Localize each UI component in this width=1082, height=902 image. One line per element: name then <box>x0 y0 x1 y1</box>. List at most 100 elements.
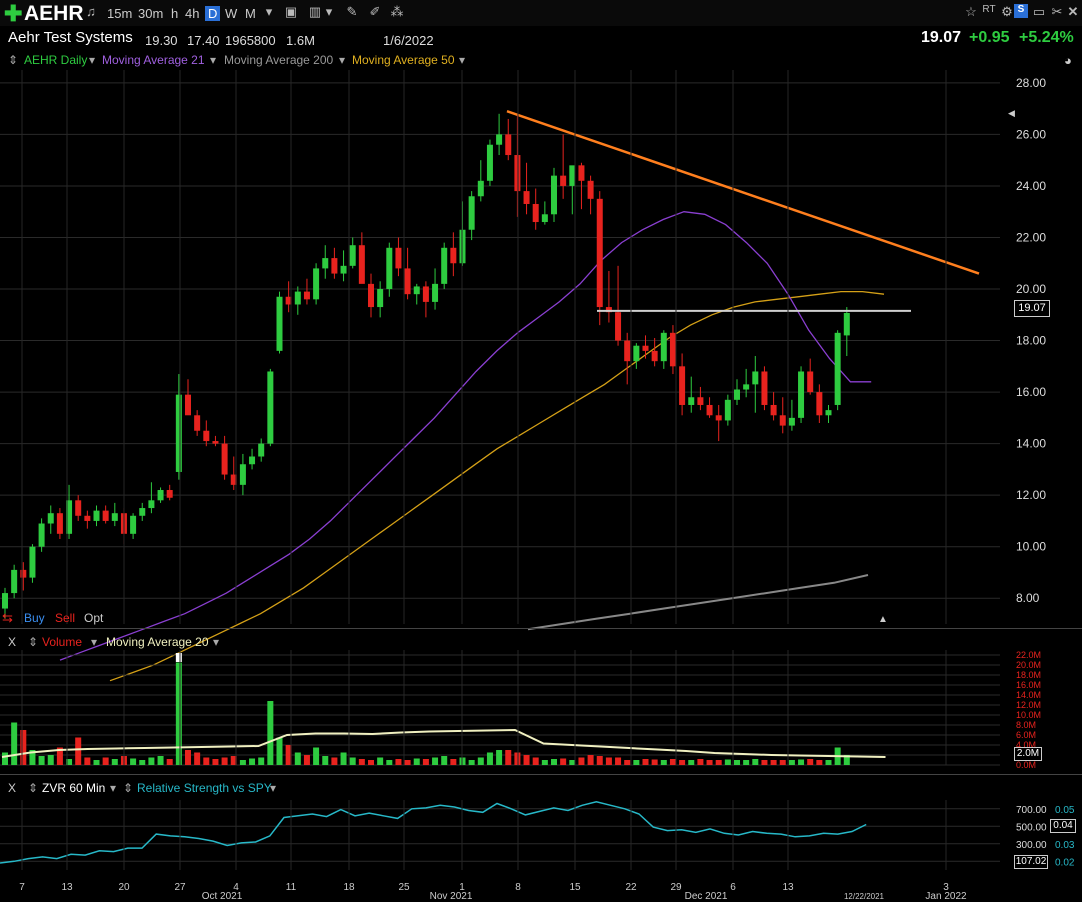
volume-bar <box>212 759 219 765</box>
close-volume-panel[interactable]: X <box>8 635 16 649</box>
candle-body <box>541 214 548 223</box>
candle-body <box>834 332 841 405</box>
panel-divider[interactable] <box>0 774 1082 775</box>
volume-bar <box>715 760 722 765</box>
candle-body <box>386 247 393 290</box>
volume-ma-path <box>1 728 886 758</box>
candle-body <box>761 371 768 405</box>
candle-body <box>432 283 439 302</box>
volume-bar <box>505 750 512 765</box>
price-tick-label: 8.00 <box>1016 591 1040 605</box>
buy-button[interactable]: Buy <box>24 611 45 625</box>
candle-body <box>38 523 45 547</box>
volume-tick-label: 14.0M <box>1016 690 1041 700</box>
volume-bar <box>38 756 45 765</box>
rs-tick-label: 700.00 <box>1016 805 1047 816</box>
option-button[interactable]: Opt <box>84 611 103 625</box>
candle-body <box>303 291 310 300</box>
candle-body <box>404 268 411 295</box>
candle-body <box>395 247 402 269</box>
candle-body <box>642 345 649 351</box>
rs-tick-label: 300.00 <box>1016 840 1047 851</box>
volume-bar <box>303 755 310 765</box>
volume-bar <box>633 760 640 765</box>
x-tick-label: 20 <box>118 882 130 893</box>
x-tick-label: 13 <box>61 882 73 893</box>
volume-bar <box>569 760 576 765</box>
chevron-down-icon[interactable]: ▾ <box>110 781 116 795</box>
candle-body <box>560 175 567 186</box>
volume-bar <box>358 759 365 765</box>
price-tick-label: 14.00 <box>1016 437 1046 451</box>
reorder-icon[interactable]: ⇕ <box>123 781 133 795</box>
volume-bar <box>587 755 594 765</box>
close-rs-panel[interactable]: X <box>8 781 16 795</box>
candle-body <box>779 415 786 426</box>
candle-body <box>130 515 137 534</box>
volume-panel-title[interactable]: Volume <box>42 635 82 649</box>
price-tick-label: 12.00 <box>1016 488 1046 502</box>
volume-bar <box>185 750 191 765</box>
volume-bar <box>624 760 631 765</box>
candle-body <box>185 394 191 416</box>
chevron-down-icon[interactable]: ▾ <box>91 635 97 649</box>
volume-bar <box>175 662 182 765</box>
chevron-down-icon[interactable]: ▾ <box>213 635 219 649</box>
rs-label[interactable]: Relative Strength vs SPY <box>137 781 272 795</box>
candle-body <box>56 513 63 534</box>
candle-body <box>111 513 118 521</box>
candle-body <box>258 443 265 457</box>
candle-body <box>743 384 750 390</box>
scroll-up-icon[interactable]: ▲ <box>878 614 888 625</box>
candle-body <box>322 258 329 269</box>
volume-bar <box>788 760 795 765</box>
volume-bar <box>249 758 256 765</box>
chevron-down-icon[interactable]: ▾ <box>270 781 276 795</box>
price-tick-label: 10.00 <box>1016 540 1046 554</box>
volume-bar <box>798 759 805 765</box>
x-tick-label: 25 <box>398 882 410 893</box>
candle-body <box>816 392 823 416</box>
volume-bar <box>47 755 54 765</box>
candle-body <box>596 198 603 308</box>
trade-icon[interactable]: ⇆ <box>2 610 13 626</box>
volume-bar <box>651 759 658 765</box>
panel-divider[interactable] <box>0 628 1082 629</box>
volume-bar <box>816 760 823 765</box>
volume-bar <box>743 760 750 765</box>
volume-bar <box>130 758 137 765</box>
reorder-icon[interactable]: ⇕ <box>28 635 38 649</box>
volume-bar <box>523 755 530 765</box>
sell-button[interactable]: Sell <box>55 611 75 625</box>
zvr-panel-title[interactable]: ZVR 60 Min <box>42 781 105 795</box>
candle-body <box>569 165 576 186</box>
volume-bar <box>75 737 82 765</box>
volume-bar <box>422 759 429 765</box>
volume-bar <box>688 760 695 765</box>
price-axis: 28.00 26.00 24.00 22.00 20.00 18.00 16.00 14.00… <box>1016 76 1046 605</box>
volume-bar <box>734 760 740 765</box>
volume-bar <box>313 747 320 765</box>
volume-bar <box>148 757 155 765</box>
candle-body <box>276 296 283 351</box>
rs-last-box: 0.04 <box>1050 819 1076 833</box>
candle-body <box>798 371 805 418</box>
volume-bar <box>441 756 448 765</box>
candle-body <box>11 569 18 594</box>
volume-bar <box>157 756 164 765</box>
candle-body <box>194 415 201 431</box>
pointer-left-icon[interactable]: ◀ <box>1008 108 1015 119</box>
candle-body <box>377 289 384 308</box>
candle-body <box>669 332 676 367</box>
candle-body <box>633 345 640 362</box>
candle-body <box>203 430 210 442</box>
reorder-icon[interactable]: ⇕ <box>28 781 38 795</box>
volume-tick-label: 22.0M <box>1016 650 1041 660</box>
volume-bar <box>93 760 100 765</box>
candle-body <box>2 593 8 609</box>
volume-ma-label[interactable]: Moving Average 20 <box>106 635 209 649</box>
volume-peak-marker <box>175 653 182 662</box>
candle-body <box>825 410 832 416</box>
rs-path <box>0 801 867 864</box>
volume-bar <box>761 760 768 765</box>
